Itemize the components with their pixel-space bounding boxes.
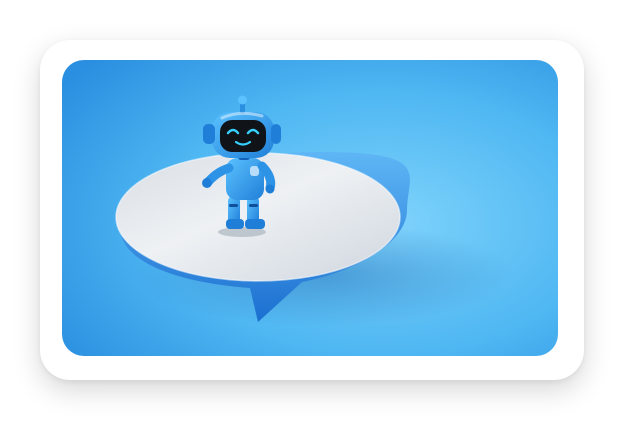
illustration [62,60,558,356]
image-frame [62,60,558,356]
screen [0,0,625,434]
